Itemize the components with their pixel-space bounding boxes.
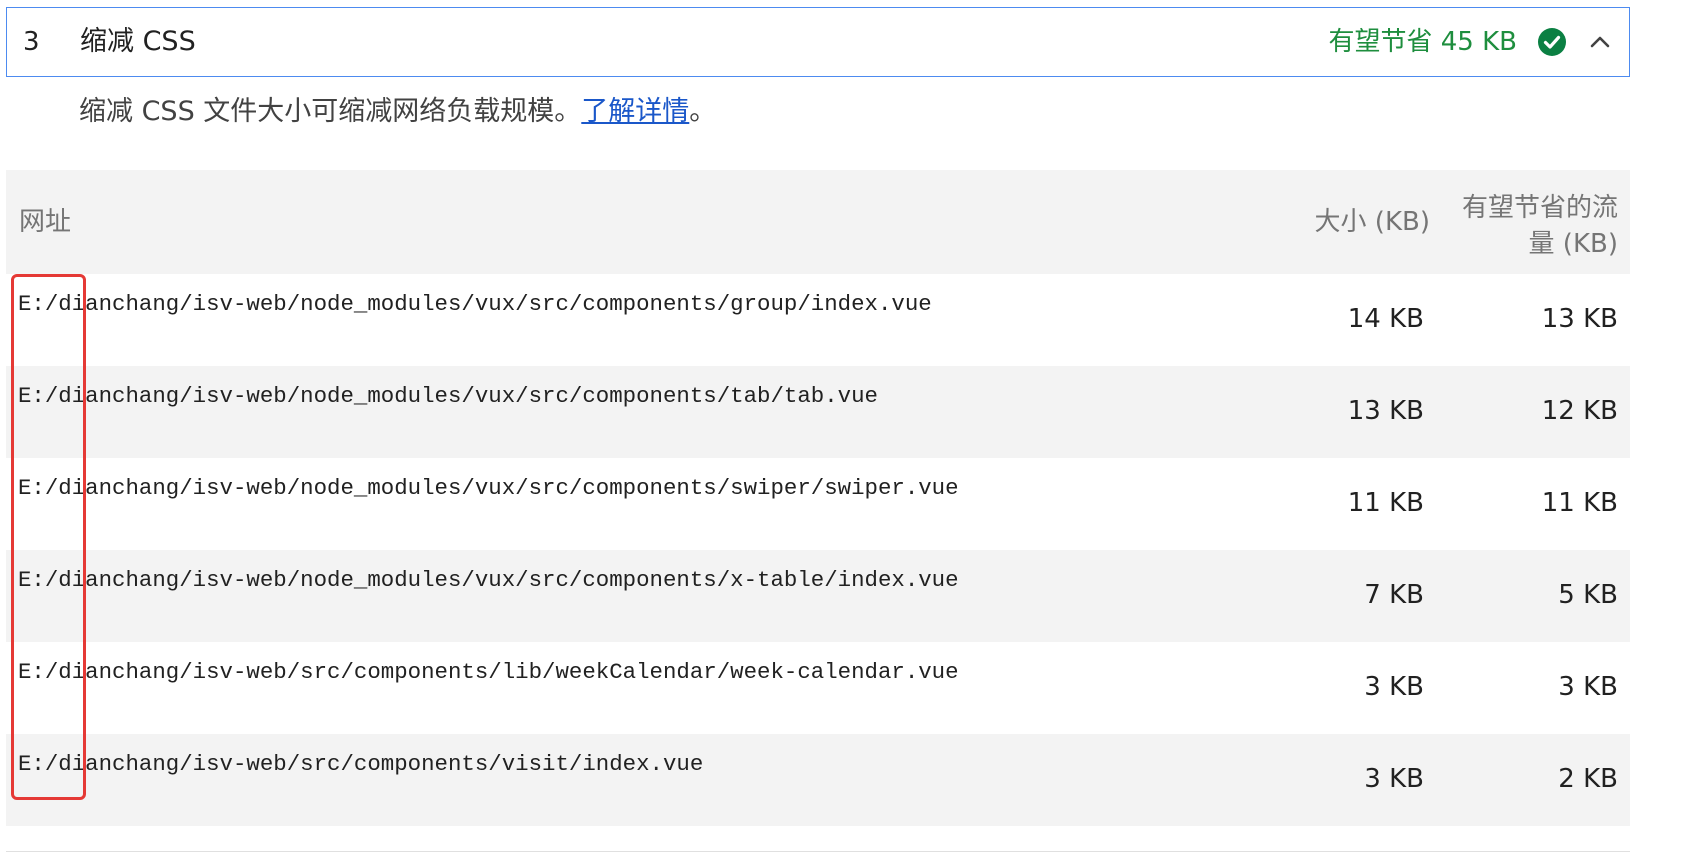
audit-description: 缩减 CSS 文件大小可缩减网络负载规模。了解详情。 [79,92,716,132]
learn-more-link[interactable]: 了解详情 [581,96,689,127]
details-table: 网址 大小 (KB) 有望节省的流量 (KB) E:/dianchang/isv… [6,170,1630,826]
url-cell: E:/dianchang/isv-web/node_modules/vux/sr… [18,383,878,409]
url-cell: E:/dianchang/isv-web/src/components/visi… [18,751,704,777]
table-row: E:/dianchang/isv-web/node_modules/vux/sr… [6,274,1630,366]
savings-cell: 2 KB [1558,764,1618,794]
size-cell: 13 KB [1347,396,1424,426]
audit-index: 3 [23,27,40,57]
size-cell: 11 KB [1347,488,1424,518]
column-header-url: 网址 [19,207,72,237]
url-cell: E:/dianchang/isv-web/node_modules/vux/sr… [18,291,932,317]
table-header: 网址 大小 (KB) 有望节省的流量 (KB) [6,170,1630,274]
chevron-up-icon[interactable] [1589,33,1611,51]
size-cell: 7 KB [1364,580,1424,610]
table-row: E:/dianchang/isv-web/src/components/visi… [6,734,1630,826]
size-cell: 3 KB [1364,764,1424,794]
url-cell: E:/dianchang/isv-web/node_modules/vux/sr… [18,475,959,501]
table-row: E:/dianchang/isv-web/node_modules/vux/sr… [6,550,1630,642]
savings-cell: 11 KB [1541,488,1618,518]
size-cell: 3 KB [1364,672,1424,702]
description-suffix: 。 [689,96,717,127]
column-header-size: 大小 (KB) [1314,207,1430,237]
table-row: E:/dianchang/isv-web/src/components/lib/… [6,642,1630,734]
savings-cell: 3 KB [1558,672,1618,702]
audit-title: 缩减 CSS [80,26,196,57]
url-cell: E:/dianchang/isv-web/src/components/lib/… [18,659,959,685]
description-text: 缩减 CSS 文件大小可缩减网络负载规模。 [79,96,582,127]
table-row: E:/dianchang/isv-web/node_modules/vux/sr… [6,458,1630,550]
url-cell: E:/dianchang/isv-web/node_modules/vux/sr… [18,567,959,593]
savings-cell: 12 KB [1541,396,1618,426]
table-divider [6,851,1630,852]
column-header-savings: 有望节省的流量 (KB) [1461,193,1618,259]
savings-cell: 13 KB [1541,304,1618,334]
table-row: E:/dianchang/isv-web/node_modules/vux/sr… [6,366,1630,458]
check-circle-icon [1538,28,1566,56]
audit-savings: 有望节省 45 KB [1328,27,1517,57]
audit-header[interactable]: 3 缩减 CSS 有望节省 45 KB [6,7,1630,77]
size-cell: 14 KB [1347,304,1424,334]
audit-panel: 3 缩减 CSS 有望节省 45 KB 缩减 CSS 文件大小可缩减网络负载规模… [0,0,1706,864]
savings-cell: 5 KB [1558,580,1618,610]
